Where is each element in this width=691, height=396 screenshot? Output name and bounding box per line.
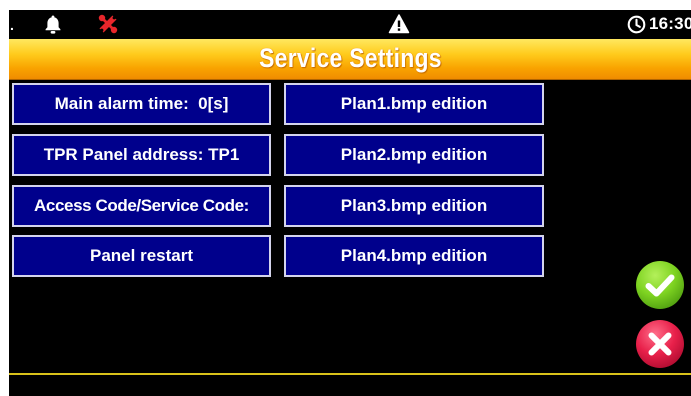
access-code-button[interactable]: Access Code/Service Code: [12, 185, 271, 227]
clock: 16:30 [627, 13, 691, 35]
wrench-icon[interactable] [97, 13, 119, 35]
plan4-edition-button[interactable]: Plan4.bmp edition [284, 235, 544, 277]
panel-screen: . 16:30 Service Settings Main alarm time… [9, 10, 691, 396]
plan1-edition-button[interactable]: Plan1.bmp edition [284, 83, 544, 125]
main-alarm-time-button[interactable]: Main alarm time: 0[s] [12, 83, 271, 125]
confirm-button[interactable] [635, 260, 685, 310]
tpr-panel-address-button[interactable]: TPR Panel address: TP1 [12, 134, 271, 176]
cancel-button[interactable] [635, 319, 685, 369]
status-bar: . 16:30 [9, 10, 691, 38]
checkmark-icon [636, 261, 684, 309]
bell-icon[interactable] [42, 13, 64, 35]
close-icon [636, 320, 684, 368]
plan2-edition-button[interactable]: Plan2.bmp edition [284, 134, 544, 176]
bottom-divider [9, 373, 691, 375]
clock-icon [627, 15, 646, 33]
page-title: Service Settings [258, 43, 442, 73]
clock-time: 16:30 [649, 14, 691, 33]
plan3-edition-button[interactable]: Plan3.bmp edition [284, 185, 544, 227]
panel-restart-button[interactable]: Panel restart [12, 235, 271, 277]
title-bar: Service Settings [9, 39, 691, 80]
warning-icon[interactable] [388, 13, 410, 35]
status-dot: . [10, 17, 14, 33]
